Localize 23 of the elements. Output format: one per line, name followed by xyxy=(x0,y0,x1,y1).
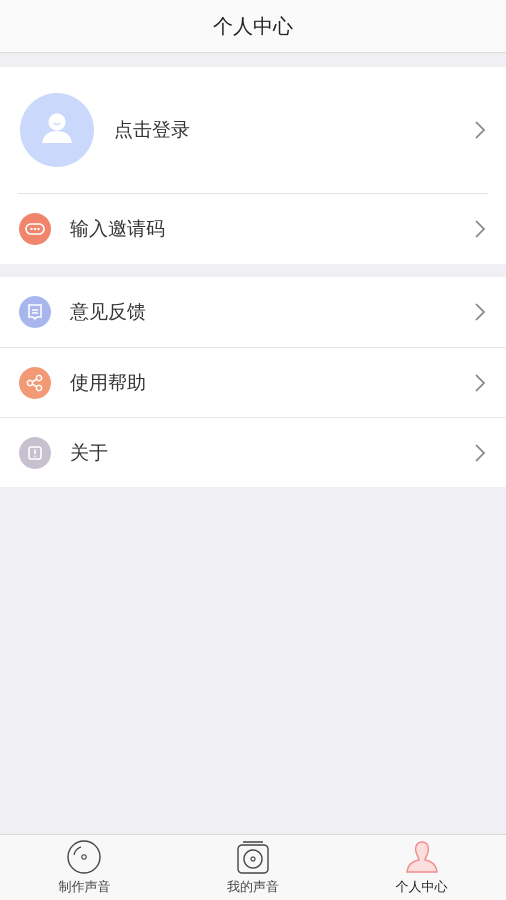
invite-label: 输入邀请码 xyxy=(70,217,166,242)
tab[interactable]: 我的声音 xyxy=(168,835,338,900)
chevron-icon xyxy=(474,120,486,140)
menu-item[interactable]: 使用帮助 xyxy=(0,347,506,417)
menu-label: 使用帮助 xyxy=(70,370,147,396)
login-row[interactable]: 点击登录 xyxy=(18,67,488,194)
chevron-icon xyxy=(474,219,486,239)
login-label: 点击登录 xyxy=(114,118,191,143)
avatar-icon xyxy=(20,93,94,167)
person-icon xyxy=(404,839,440,875)
page-title: 个人中心 xyxy=(213,12,293,40)
disc-icon xyxy=(66,839,102,875)
chevron-icon xyxy=(474,442,486,462)
invite-row[interactable]: 输入邀请码 xyxy=(0,194,506,264)
tab[interactable]: 制作声音 xyxy=(0,835,169,900)
record-icon xyxy=(235,839,271,875)
menu-item[interactable]: 意见反馈 xyxy=(0,277,506,347)
chevron-icon xyxy=(474,372,486,392)
menu-item[interactable]: 关于 xyxy=(0,417,506,487)
chevron-icon xyxy=(474,302,486,322)
tab[interactable]: 个人中心 xyxy=(337,835,506,900)
menu-label: 关于 xyxy=(70,440,109,466)
menu-label: 意见反馈 xyxy=(70,300,147,325)
